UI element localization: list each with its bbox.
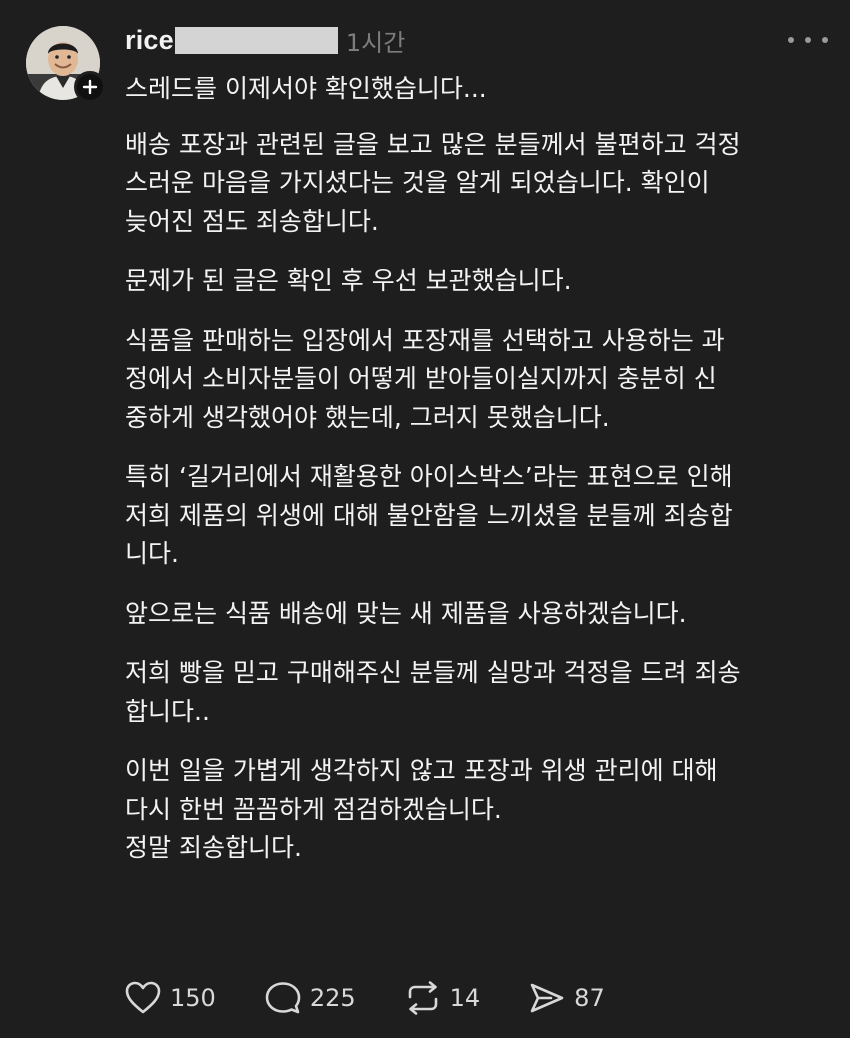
send-icon: [530, 983, 564, 1013]
comment-count: 225: [309, 984, 356, 1012]
more-dots-icon: [822, 37, 828, 43]
plus-icon: [82, 79, 98, 95]
share-count: 87: [574, 984, 605, 1012]
username[interactable]: rice: [125, 25, 174, 56]
post-header: rice 1시간: [125, 22, 405, 58]
more-dots-icon: [805, 37, 811, 43]
post-paragraph: 스레드를 이제서야 확인했습니다...: [125, 74, 487, 103]
redacted-username-block: [174, 26, 338, 54]
share-button[interactable]: 87: [529, 981, 605, 1015]
repost-icon: [408, 981, 437, 1015]
post-paragraph: 이번 일을 가볍게 생각하지 않고 포장과 위생 관리에 대해 다시 한번 꼼꼼…: [125, 756, 718, 862]
comment-button[interactable]: 225: [265, 981, 356, 1015]
post-paragraph: 특히 ‘길거리에서 재활용한 아이스박스’라는 표현으로 인해 저희 제품의 위…: [125, 462, 733, 568]
post-paragraph: 배송 포장과 관련된 글을 보고 많은 분들께서 불편하고 걱정 스러운 마음을…: [125, 129, 741, 236]
comment-icon: [265, 982, 301, 1014]
post-timestamp: 1시간: [345, 28, 406, 57]
post-actions: 150 225 14 87: [125, 978, 654, 1018]
post-paragraph: 식품을 판매하는 입장에서 포장재를 선택하고 사용하는 과 정에서 소비자분들…: [125, 325, 725, 432]
repost-count: 14: [449, 984, 481, 1012]
heart-icon: [125, 981, 161, 1014]
more-dots-icon: [788, 37, 794, 43]
like-button[interactable]: 150: [125, 981, 216, 1015]
like-count: 150: [170, 984, 216, 1012]
post-paragraph: 저희 빵을 믿고 구매해주신 분들께 실망과 걱정을 드려 죄송 합니다..: [125, 658, 741, 726]
avatar-container[interactable]: [26, 26, 106, 103]
post-paragraph: 앞으로는 식품 배송에 맞는 새 제품을 사용하겠습니다.: [125, 598, 687, 628]
more-options-button[interactable]: [788, 30, 828, 50]
follow-button[interactable]: [74, 71, 106, 103]
post-body: 스레드를 이제서야 확인했습니다... 배송 포장과 관련된 글을 보고 많은 …: [125, 70, 830, 889]
post-paragraph: 문제가 된 글은 확인 후 우선 보관했습니다.: [125, 266, 572, 295]
repost-button[interactable]: 14: [405, 981, 481, 1015]
